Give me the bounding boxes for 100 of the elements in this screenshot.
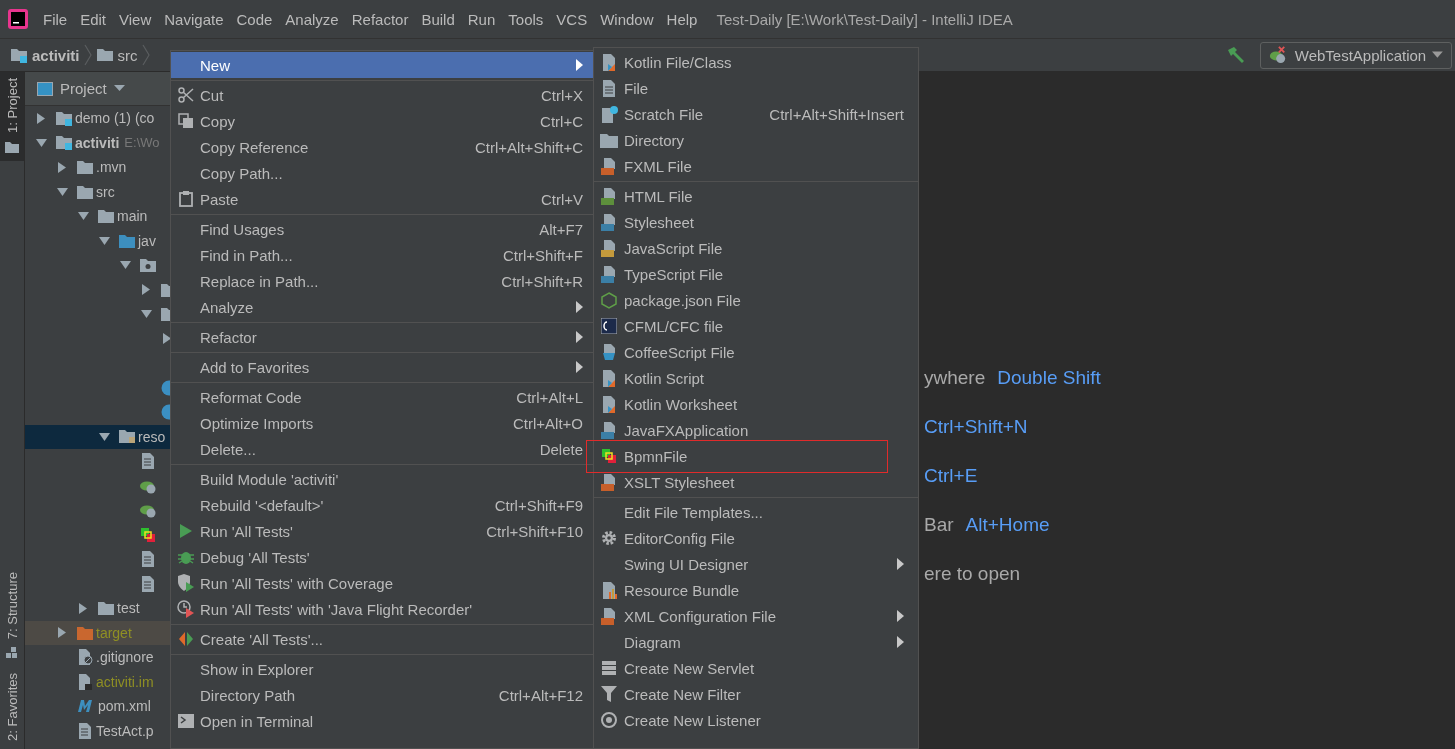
menu-item[interactable]: Analyze (285, 10, 339, 28)
menu-item[interactable]: Edit (80, 10, 107, 28)
expand-arrow-icon[interactable] (140, 310, 152, 319)
menu-item[interactable]: Scratch File Ctrl+Alt+Shift+Insert (594, 101, 918, 127)
menu-item[interactable]: Delete... Delete (171, 436, 593, 462)
menu-item[interactable]: Kotlin File/Class (594, 49, 918, 75)
tree-item[interactable]: main (117, 208, 148, 225)
tree-item[interactable]: demo (1) (co (75, 110, 155, 127)
caret-icon[interactable] (113, 85, 125, 92)
collapse-arrow-icon[interactable] (58, 161, 66, 173)
coverage-icon (176, 574, 195, 592)
menu-item[interactable]: Create 'All Tests'... (171, 626, 593, 652)
menu-item[interactable]: Code (236, 10, 273, 28)
menu-item[interactable]: Run 'All Tests' Ctrl+Shift+F10 (171, 518, 593, 544)
menu-item[interactable]: JavaScript File (594, 235, 918, 261)
collapse-arrow-icon[interactable] (142, 284, 150, 296)
collapse-arrow-icon[interactable] (163, 333, 170, 345)
breadcrumb-item[interactable]: src (95, 46, 138, 64)
menu-item[interactable]: Debug 'All Tests' (171, 544, 593, 570)
expand-arrow-icon[interactable] (98, 236, 110, 245)
menu-item[interactable]: EditorConfig File (594, 525, 918, 551)
menu-item[interactable]: File (43, 10, 68, 28)
menu-item[interactable]: Add to Favorites (171, 354, 593, 380)
expand-arrow-icon[interactable] (119, 261, 131, 270)
menu-item[interactable]: VCS (556, 10, 588, 28)
menu-item[interactable]: Run (467, 10, 496, 28)
menu-item[interactable]: Create New Servlet (594, 655, 918, 681)
menu-item[interactable]: Refactor (351, 10, 409, 28)
collapse-arrow-icon[interactable] (58, 627, 66, 639)
menu-item[interactable]: Replace in Path... Ctrl+Shift+R (171, 268, 593, 294)
menu-item[interactable]: CoffeeScript File (594, 339, 918, 365)
menu-item[interactable]: Kotlin Script (594, 365, 918, 391)
menu-item[interactable]: Stylesheet (594, 209, 918, 235)
menu-item[interactable]: XSLT Stylesheet (594, 469, 918, 495)
menu-item[interactable]: CFML/CFC file (594, 313, 918, 339)
menu-item[interactable]: Build (421, 10, 455, 28)
menu-item[interactable]: Create New Filter (594, 681, 918, 707)
menu-item[interactable]: Optimize Imports Ctrl+Alt+O (171, 410, 593, 436)
menu-item[interactable]: package.json File (594, 287, 918, 313)
tree-item[interactable]: test (117, 600, 140, 617)
menu-item[interactable]: XML Configuration File (594, 603, 918, 629)
menu-item[interactable]: Refactor (171, 324, 593, 350)
tree-item[interactable]: .mvn (96, 159, 127, 176)
collapse-arrow-icon[interactable] (79, 602, 87, 614)
menu-item[interactable]: Kotlin Worksheet (594, 391, 918, 417)
breadcrumb-item[interactable]: activiti (10, 46, 80, 64)
menu-item[interactable]: Directory (594, 127, 918, 153)
menu-item[interactable]: Swing UI Designer (594, 551, 918, 577)
tree-item[interactable]: activiti (75, 134, 120, 151)
menu-item[interactable]: Copy Path... (171, 160, 593, 186)
tree-item[interactable]: src (96, 183, 115, 200)
menu-item[interactable]: Help (666, 10, 698, 28)
menu-item[interactable]: JavaFXApplication (594, 417, 918, 443)
tool-window-tab[interactable]: 7: Structure (0, 565, 24, 668)
menu-item[interactable]: Open in Terminal (171, 708, 593, 734)
menu-item[interactable]: Show in Explorer (171, 656, 593, 682)
menu-item[interactable]: Navigate (164, 10, 224, 28)
tree-item[interactable]: jav (138, 232, 156, 249)
menu-item[interactable]: FXML File (594, 153, 918, 179)
tool-window-tab[interactable]: 2: Favorites (0, 667, 24, 749)
menu-item[interactable]: Create New Listener (594, 707, 918, 733)
menu-item[interactable]: Run 'All Tests' with Coverage (171, 570, 593, 596)
menu-item[interactable]: Directory Path Ctrl+Alt+F12 (171, 682, 593, 708)
menu-item[interactable]: Tools (508, 10, 544, 28)
collapse-arrow-icon[interactable] (37, 112, 45, 124)
tool-window-tab[interactable]: 1: Project (0, 72, 24, 161)
tree-item[interactable]: reso (138, 428, 166, 445)
menu-item[interactable]: TypeScript File (594, 261, 918, 287)
menu-item[interactable]: Paste Ctrl+V (171, 186, 593, 212)
menu-item[interactable]: Edit File Templates... (594, 499, 918, 525)
folder-icon (77, 184, 93, 199)
run-configuration-dropdown[interactable]: WebTestApplication (1260, 41, 1452, 69)
expand-arrow-icon[interactable] (56, 187, 68, 196)
menu-item[interactable]: Reformat Code Ctrl+Alt+L (171, 384, 593, 410)
expand-arrow-icon[interactable] (35, 138, 47, 147)
tree-item[interactable]: activiti.im (96, 673, 154, 690)
expand-arrow-icon[interactable] (98, 432, 110, 441)
tree-row-highlight[interactable]: reso (25, 424, 170, 449)
tree-item[interactable]: pom.xml (98, 698, 151, 715)
menu-item[interactable]: View (119, 10, 152, 28)
menu-item[interactable]: File (594, 75, 918, 101)
menu-item[interactable]: Analyze (171, 294, 593, 320)
menu-item[interactable]: BpmnFile (594, 443, 918, 469)
tree-item[interactable]: .gitignore (96, 649, 154, 666)
hammer-icon[interactable] (1226, 46, 1246, 64)
menu-item[interactable]: Rebuild '<default>' Ctrl+Shift+F9 (171, 492, 593, 518)
menu-item[interactable]: Build Module 'activiti' (171, 466, 593, 492)
menu-item[interactable]: Find Usages Alt+F7 (171, 216, 593, 242)
menu-item[interactable]: Run 'All Tests' with 'Java Flight Recorder' (171, 596, 593, 622)
menu-item[interactable]: Copy Reference Ctrl+Alt+Shift+C (171, 134, 593, 160)
menu-item[interactable]: Cut Ctrl+X (171, 82, 593, 108)
expand-arrow-icon[interactable] (77, 212, 89, 221)
menu-item[interactable]: Window (600, 10, 654, 28)
tree-item[interactable]: TestAct.p (96, 722, 154, 739)
menu-item[interactable]: Copy Ctrl+C (171, 108, 593, 134)
menu-item[interactable]: Diagram (594, 629, 918, 655)
menu-item[interactable]: Resource Bundle (594, 577, 918, 603)
menu-item[interactable]: Find in Path... Ctrl+Shift+F (171, 242, 593, 268)
menu-item[interactable]: New (171, 52, 593, 78)
menu-item[interactable]: HTML File (594, 183, 918, 209)
